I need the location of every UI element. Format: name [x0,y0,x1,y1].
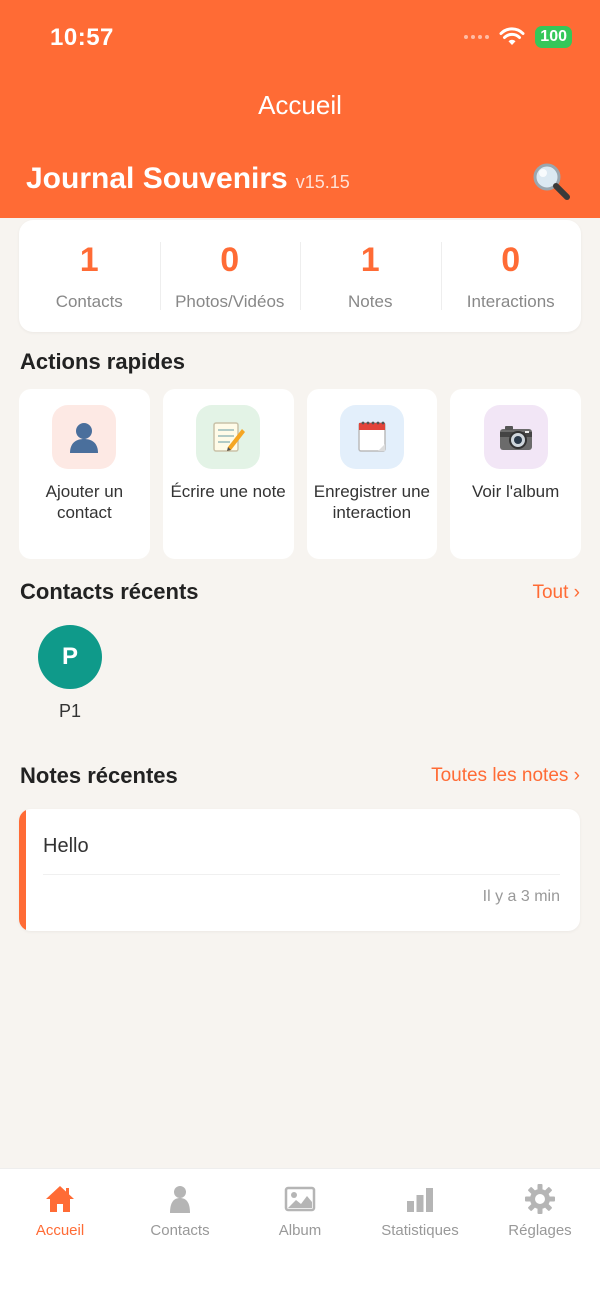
gear-icon [525,1184,555,1214]
note-timestamp: Il y a 3 min [482,888,560,905]
stats-card: 1 Contacts 0 Photos/Vidéos 1 Notes 0 Int… [19,220,581,332]
home-icon [46,1186,74,1212]
action-label: Voir l'album [471,482,560,501]
stat-label: Notes [348,292,393,311]
stat-value: 0 [220,241,240,279]
tab-accueil[interactable]: Accueil [0,1169,120,1299]
person-icon [52,405,117,469]
stat-label: Interactions [466,292,555,311]
tab-label: Statistiques [381,1222,459,1239]
action-label: Écrire une note [170,482,286,501]
stat-label: Photos/Vidéos [175,292,285,311]
view-album-button[interactable]: Voir l'album [450,389,581,559]
avatar: P [38,625,102,689]
quick-actions: Ajouter un contact Écrire une note Enreg… [19,389,581,559]
recent-notes-title: Notes récentes [20,763,178,788]
note-text: Hello [43,835,89,857]
all-notes-link[interactable]: Toutes les notes › [431,765,580,787]
stat-interactions[interactable]: 0 Interactions [440,220,582,332]
contact-name: P1 [58,701,82,721]
tab-contacts[interactable]: Contacts [120,1169,240,1299]
action-label: Enregistrer une interaction [313,482,430,522]
magnifier-icon[interactable] [530,160,572,202]
battery-indicator: 100 [535,26,572,48]
calendar-icon [339,405,404,469]
contact-item[interactable]: P P1 [37,625,103,722]
tab-album[interactable]: Album [240,1169,360,1299]
add-contact-button[interactable]: Ajouter un contact [19,389,150,559]
stat-value: 0 [501,241,521,279]
app-title: Journal Souvenirs v15.15 [26,162,350,196]
stat-contacts[interactable]: 1 Contacts [19,220,160,332]
contacts-icon [170,1186,190,1213]
tab-label: Réglages [508,1222,572,1239]
stat-notes[interactable]: 1 Notes [300,220,441,332]
all-contacts-link[interactable]: Tout › [532,582,580,604]
divider [43,874,560,875]
quick-actions-title: Actions rapides [20,349,186,374]
stat-label: Contacts [55,292,123,311]
wifi-icon [499,27,525,45]
header: 10:57 100 Accueil Journal Souvenirs v15.1… [0,0,600,218]
stat-value: 1 [79,241,99,279]
bar-chart-icon [407,1188,433,1212]
tab-label: Album [278,1222,322,1239]
app-version: v15.15 [295,172,350,192]
status-icons: 100 [464,26,572,48]
tab-label: Accueil [35,1222,85,1239]
note-accent-bar [19,809,26,931]
tab-bar: Accueil Contacts Album Statistiques Régl… [0,1168,600,1299]
image-icon [284,1186,316,1212]
tab-reglages[interactable]: Réglages [480,1169,600,1299]
stat-photos[interactable]: 0 Photos/Vidéos [159,220,301,332]
record-interaction-button[interactable]: Enregistrer une interaction [306,389,438,559]
cellular-signal-icon [464,35,490,39]
action-label: Ajouter un contact [45,482,124,522]
status-time: 10:57 [50,24,114,51]
memo-icon [196,405,261,469]
note-card[interactable]: Hello Il y a 3 min [19,809,580,931]
nav-title: Accueil [258,90,342,120]
camera-icon [483,405,548,469]
tab-label: Contacts [150,1222,210,1239]
app-title-text: Journal Souvenirs [26,162,288,195]
tab-statistiques[interactable]: Statistiques [360,1169,480,1299]
recent-contacts-title: Contacts récents [20,579,199,604]
stat-value: 1 [360,241,380,279]
write-note-button[interactable]: Écrire une note [162,389,294,559]
